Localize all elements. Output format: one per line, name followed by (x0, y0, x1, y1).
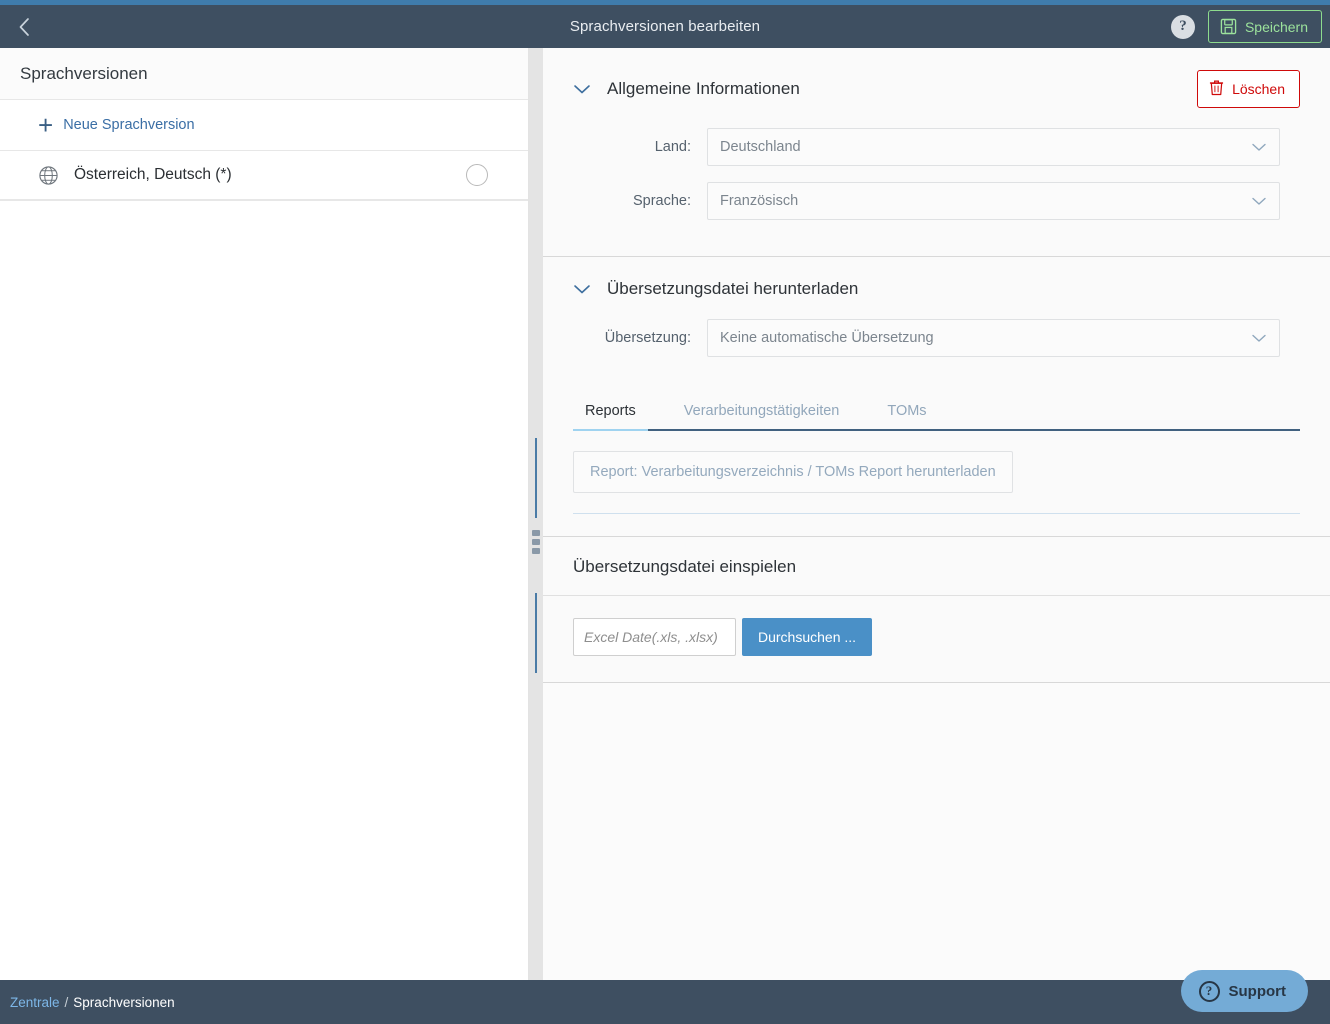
new-language-version-button[interactable]: + Neue Sprachversion (0, 100, 528, 150)
plus-icon: + (38, 116, 53, 134)
breadcrumb-footer: Zentrale / Sprachversionen (0, 980, 1330, 1024)
globe-icon (38, 165, 59, 186)
splitter-grip[interactable] (532, 530, 540, 554)
file-name-input[interactable] (573, 618, 736, 656)
tab-reports[interactable]: Reports (573, 395, 648, 429)
grip-dot (532, 539, 540, 545)
list-item-label: Österreich, Deutsch (*) (74, 166, 466, 184)
delete-button-label: Löschen (1232, 81, 1285, 97)
sprache-select-value: Französisch (720, 193, 798, 209)
back-button[interactable] (0, 5, 48, 48)
general-information-header: Allgemeine Informationen Löschen (543, 48, 1330, 128)
tab-verarbeitungstaetigkeiten[interactable]: Verarbeitungstätigkeiten (672, 395, 852, 429)
save-floppy-icon (1220, 18, 1237, 35)
chevron-left-icon (16, 16, 32, 38)
new-language-version-label: Neue Sprachversion (63, 117, 194, 133)
question-circle-icon: ? (1199, 981, 1220, 1002)
uebersetzung-select-value: Keine automatische Übersetzung (720, 330, 934, 346)
trash-icon (1209, 79, 1224, 99)
report-tabs-wrap: Reports Verarbeitungstätigkeiten TOMs (543, 373, 1330, 431)
report-tabs: Reports Verarbeitungstätigkeiten TOMs (573, 395, 1300, 431)
chevron-down-icon (1251, 142, 1267, 152)
download-report-button[interactable]: Report: Verarbeitungsverzeichnis / TOMs … (573, 451, 1013, 493)
upload-translation-title: Übersetzungsdatei einspielen (543, 537, 1330, 596)
panel-splitter[interactable] (529, 48, 543, 980)
tab-toms[interactable]: TOMs (875, 395, 938, 429)
sidebar: Sprachversionen + Neue Sprachversion (0, 48, 529, 980)
sidebar-list: + Neue Sprachversion Österreich, Deuts (0, 100, 528, 200)
sidebar-empty-area (0, 200, 528, 980)
browse-button[interactable]: Durchsuchen ... (742, 618, 872, 656)
sprache-select[interactable]: Französisch (707, 182, 1280, 220)
save-button[interactable]: Speichern (1208, 10, 1322, 43)
header-actions: ? Speichern (1171, 10, 1322, 43)
help-button[interactable]: ? (1171, 15, 1195, 39)
app-header: Sprachversionen bearbeiten ? Speichern (0, 5, 1330, 48)
delete-button[interactable]: Löschen (1197, 70, 1300, 108)
uebersetzung-select[interactable]: Keine automatische Übersetzung (707, 319, 1280, 357)
main-content: Allgemeine Informationen Löschen (543, 48, 1330, 980)
app-root: Sprachversionen bearbeiten ? Speichern S (0, 0, 1330, 1024)
report-tab-panel: Report: Verarbeitungsverzeichnis / TOMs … (543, 431, 1330, 493)
download-translation-title: Übersetzungsdatei herunterladen (607, 279, 858, 299)
field-row-sprache: Sprache: Französisch (543, 182, 1330, 220)
download-translation-header: Übersetzungsdatei herunterladen (543, 257, 1330, 319)
breadcrumb-separator: / (65, 995, 69, 1010)
chevron-down-icon[interactable] (573, 83, 591, 95)
sprache-label: Sprache: (573, 193, 707, 209)
list-item-radio[interactable] (466, 164, 488, 186)
general-information-title: Allgemeine Informationen (607, 79, 800, 99)
support-widget[interactable]: ? Support (1181, 970, 1309, 1012)
grip-dot (532, 530, 540, 536)
chevron-down-icon (1251, 196, 1267, 206)
uebersetzung-label: Übersetzung: (573, 330, 707, 346)
save-button-label: Speichern (1245, 19, 1308, 35)
land-label: Land: (573, 139, 707, 155)
upload-row: Durchsuchen ... (543, 596, 1330, 682)
breadcrumb-current: Sprachversionen (73, 995, 174, 1010)
land-select-value: Deutschland (720, 139, 801, 155)
splitter-bar-top (535, 438, 537, 518)
field-row-uebersetzung: Übersetzung: Keine automatische Übersetz… (543, 319, 1330, 357)
field-row-land: Land: Deutschland (543, 128, 1330, 166)
general-fields: Land: Deutschland Sprache: (543, 128, 1330, 256)
upload-translation-section: Übersetzungsdatei einspielen Durchsuchen… (543, 537, 1330, 683)
general-information-section: Allgemeine Informationen Löschen (543, 48, 1330, 257)
splitter-bar-bottom (535, 593, 537, 673)
chevron-down-icon[interactable] (573, 283, 591, 295)
question-mark-icon: ? (1179, 18, 1187, 35)
list-item[interactable]: Österreich, Deutsch (*) (0, 150, 528, 200)
download-translation-section: Übersetzungsdatei herunterladen Übersetz… (543, 257, 1330, 537)
breadcrumb-root-link[interactable]: Zentrale (10, 995, 60, 1010)
chevron-down-icon (1251, 333, 1267, 343)
support-widget-label: Support (1229, 983, 1287, 1000)
land-select[interactable]: Deutschland (707, 128, 1280, 166)
page-title: Sprachversionen bearbeiten (0, 5, 1330, 48)
body-area: Sprachversionen + Neue Sprachversion (0, 48, 1330, 980)
grip-dot (532, 548, 540, 554)
main-empty-area (543, 683, 1330, 980)
sidebar-title: Sprachversionen (0, 48, 528, 100)
